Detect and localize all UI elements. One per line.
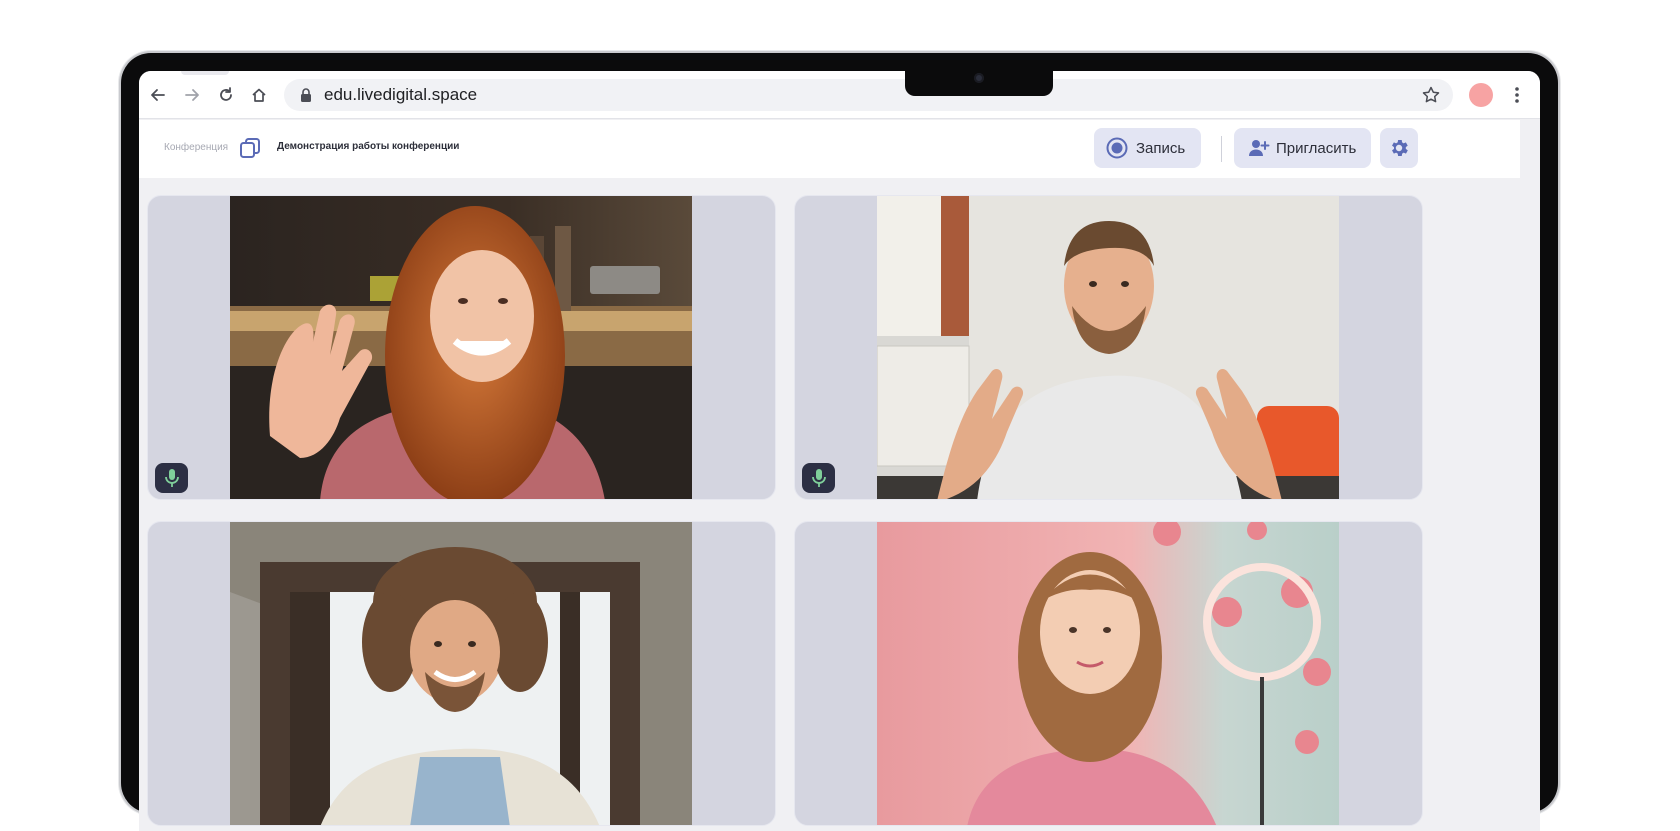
laptop-frame: edu.livedigital.space Конференция Демонс…: [121, 53, 1558, 831]
participant-video: [230, 522, 692, 825]
record-label: Запись: [1136, 139, 1186, 157]
lock-icon: [301, 88, 311, 102]
address-bar[interactable]: edu.livedigital.space: [284, 79, 1453, 111]
record-button[interactable]: Запись: [1094, 128, 1201, 168]
add-user-icon: [1249, 140, 1270, 156]
participant-video: [230, 196, 692, 499]
participant-video: [877, 522, 1339, 825]
webcam-icon: [974, 73, 984, 83]
kebab-menu-icon[interactable]: [1509, 83, 1525, 107]
forward-arrow-icon[interactable]: [180, 83, 204, 107]
record-icon: [1106, 137, 1128, 159]
mic-indicator[interactable]: [155, 463, 188, 493]
page-title: Демонстрация работы конференции: [277, 141, 460, 152]
camera-notch: [905, 71, 1053, 96]
participant-tile-3[interactable]: [147, 521, 776, 826]
back-arrow-icon[interactable]: [146, 83, 170, 107]
participant-tile-4[interactable]: [794, 521, 1423, 826]
tab-strip: [181, 71, 229, 75]
url-text: edu.livedigital.space: [324, 85, 478, 104]
invite-button[interactable]: Пригласить: [1234, 128, 1371, 168]
settings-button[interactable]: [1380, 128, 1418, 168]
screen: edu.livedigital.space Конференция Демонс…: [139, 71, 1540, 831]
scrollbar[interactable]: [1520, 120, 1540, 831]
conference-header: Конференция Демонстрация работы конферен…: [139, 120, 1520, 178]
gear-icon: [1392, 140, 1408, 156]
home-icon[interactable]: [247, 83, 271, 107]
microphone-icon: [164, 469, 179, 487]
participant-video: [877, 196, 1339, 499]
breadcrumb[interactable]: Конференция: [164, 142, 228, 153]
microphone-icon: [811, 469, 826, 487]
invite-label: Пригласить: [1276, 139, 1357, 157]
header-divider: [1221, 136, 1222, 162]
participant-tile-1[interactable]: [147, 195, 776, 500]
browser-toolbar: edu.livedigital.space: [139, 71, 1540, 119]
reload-icon[interactable]: [214, 83, 238, 107]
profile-avatar[interactable]: [1469, 83, 1493, 107]
copy-icon[interactable]: [239, 137, 261, 159]
mic-indicator[interactable]: [802, 463, 835, 493]
star-icon[interactable]: [1421, 85, 1441, 105]
participant-tile-2[interactable]: [794, 195, 1423, 500]
